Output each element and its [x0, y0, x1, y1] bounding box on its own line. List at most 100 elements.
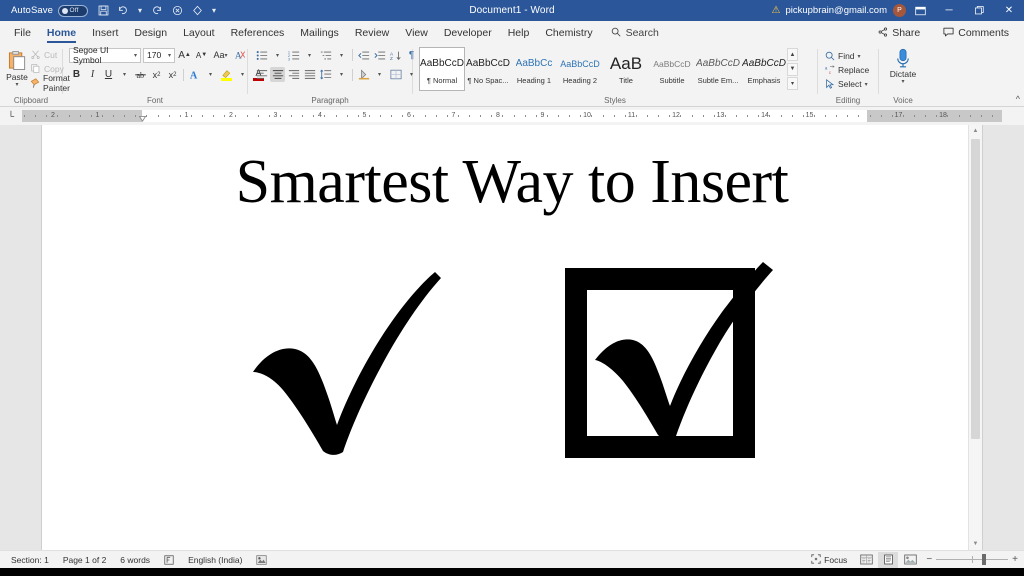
- style-heading-2[interactable]: AaBbCcD Heading 2: [557, 47, 603, 91]
- shading-icon[interactable]: [356, 67, 371, 82]
- horizontal-ruler[interactable]: 2 1 1 2 3 4 5 6 7 8 9 10 11 12 13 14 15 17 18: [22, 109, 1002, 131]
- tab-view[interactable]: View: [397, 21, 436, 45]
- collapse-ribbon-icon[interactable]: ^: [1016, 94, 1020, 104]
- style-subtitle[interactable]: AaBbCcD Subtitle: [649, 47, 695, 91]
- tab-stop-selector[interactable]: └: [0, 107, 22, 125]
- web-layout-view[interactable]: [900, 552, 920, 568]
- styles-scroll-up-icon[interactable]: ▲: [787, 48, 798, 61]
- find-button[interactable]: Find ▾: [824, 49, 861, 63]
- document-page[interactable]: Smartest Way to Insert ▲ ▼: [42, 125, 982, 550]
- style-normal[interactable]: AaBbCcD ¶ Normal: [419, 47, 465, 91]
- autosave-switch[interactable]: Off: [58, 4, 88, 17]
- decrease-indent-icon[interactable]: [356, 48, 371, 63]
- style-no-spacing[interactable]: AaBbCcD ¶ No Spac...: [465, 47, 511, 91]
- grow-font-icon[interactable]: A ▲: [177, 48, 192, 63]
- share-button[interactable]: Share: [872, 25, 926, 42]
- replace-button[interactable]: ac Replace: [824, 63, 870, 77]
- undo-icon[interactable]: [113, 1, 133, 20]
- tab-design[interactable]: Design: [126, 21, 175, 45]
- shrink-font-icon[interactable]: A ▼: [194, 48, 209, 63]
- text-highlight-button[interactable]: [219, 67, 234, 82]
- italic-button[interactable]: I: [85, 67, 100, 82]
- line-spacing-icon[interactable]: [318, 67, 333, 82]
- align-right-icon[interactable]: [286, 67, 301, 82]
- increase-indent-icon[interactable]: [372, 48, 387, 63]
- select-button[interactable]: Select ▾: [824, 77, 868, 91]
- zoom-in-button[interactable]: +: [1012, 554, 1018, 565]
- line-spacing-dropdown-icon[interactable]: ▾: [334, 67, 349, 82]
- style-heading-1[interactable]: AaBbCc Heading 1: [511, 47, 557, 91]
- bullets-icon[interactable]: [254, 48, 269, 63]
- touch-mode-icon[interactable]: [187, 1, 207, 20]
- style-subtle-emphasis[interactable]: AaBbCcD Subtle Em...: [695, 47, 741, 91]
- strikethrough-button[interactable]: ab: [133, 67, 148, 82]
- minimize-button[interactable]: ─: [934, 0, 964, 21]
- tab-mailings[interactable]: Mailings: [292, 21, 347, 45]
- tab-developer[interactable]: Developer: [436, 21, 500, 45]
- find-dropdown-icon[interactable]: ▾: [858, 53, 861, 60]
- sort-icon[interactable]: AZ: [388, 48, 403, 63]
- tab-home[interactable]: Home: [39, 21, 84, 45]
- status-section[interactable]: Section: 1: [4, 555, 56, 565]
- numbering-dropdown-icon[interactable]: ▾: [302, 48, 317, 63]
- tab-insert[interactable]: Insert: [84, 21, 126, 45]
- font-name-combobox[interactable]: Segoe UI Symbol ▾: [69, 45, 141, 65]
- zoom-out-button[interactable]: −: [926, 554, 932, 565]
- ribbon-display-options-icon[interactable]: [906, 0, 934, 21]
- underline-dropdown-icon[interactable]: ▾: [117, 67, 132, 82]
- bold-button[interactable]: B: [69, 67, 84, 82]
- zoom-thumb[interactable]: [982, 554, 987, 565]
- bullets-dropdown-icon[interactable]: ▾: [270, 48, 285, 63]
- focus-button[interactable]: Focus: [804, 553, 854, 566]
- avatar[interactable]: P: [893, 4, 906, 17]
- align-left-icon[interactable]: [254, 67, 269, 82]
- cancel-icon[interactable]: [167, 1, 187, 20]
- restore-button[interactable]: [964, 0, 994, 21]
- shading-dropdown-icon[interactable]: ▾: [372, 67, 387, 82]
- tab-references[interactable]: References: [223, 21, 293, 45]
- proofing-errors-icon[interactable]: [157, 554, 181, 565]
- font-size-combobox[interactable]: 170 ▾: [143, 47, 175, 63]
- select-dropdown-icon[interactable]: ▾: [865, 81, 868, 88]
- justify-icon[interactable]: [302, 67, 317, 82]
- numbering-icon[interactable]: 123: [286, 48, 301, 63]
- tab-help[interactable]: Help: [500, 21, 538, 45]
- text-effects-button[interactable]: A: [187, 67, 202, 82]
- text-highlight-dropdown-icon[interactable]: ▾: [235, 67, 250, 82]
- save-icon[interactable]: [93, 1, 113, 20]
- styles-more-icon[interactable]: ▾: [787, 77, 798, 90]
- zoom-slider[interactable]: − +: [926, 554, 1018, 565]
- scroll-down-icon[interactable]: ▼: [969, 538, 982, 550]
- change-case-icon[interactable]: Aa ▾: [211, 48, 230, 63]
- scroll-up-icon[interactable]: ▲: [969, 125, 982, 137]
- paste-dropdown-icon[interactable]: ▾: [15, 82, 18, 88]
- tab-layout[interactable]: Layout: [175, 21, 223, 45]
- multilevel-list-dropdown-icon[interactable]: ▾: [334, 48, 349, 63]
- search-input[interactable]: Search: [611, 27, 659, 40]
- accessibility-icon[interactable]: [249, 554, 274, 565]
- print-layout-view[interactable]: [878, 551, 899, 568]
- first-line-indent-marker[interactable]: [138, 109, 146, 122]
- subscript-button[interactable]: x2: [149, 67, 164, 82]
- status-word-count[interactable]: 6 words: [113, 555, 157, 565]
- text-effects-dropdown-icon[interactable]: ▾: [203, 67, 218, 82]
- multilevel-list-icon[interactable]: [318, 48, 333, 63]
- style-title[interactable]: AaB Title: [603, 47, 649, 91]
- zoom-track[interactable]: [936, 554, 1009, 565]
- tab-file[interactable]: File: [6, 21, 39, 45]
- borders-icon[interactable]: [388, 67, 403, 82]
- status-language[interactable]: English (India): [181, 555, 249, 565]
- clear-formatting-icon[interactable]: A: [232, 48, 247, 63]
- underline-button[interactable]: U: [101, 67, 116, 82]
- dictate-dropdown-icon[interactable]: ▾: [901, 79, 904, 85]
- dictate-button[interactable]: Dictate ▾: [885, 47, 921, 85]
- vertical-scrollbar[interactable]: ▲ ▼: [968, 125, 982, 550]
- tab-chemistry[interactable]: Chemistry: [537, 21, 600, 45]
- status-page[interactable]: Page 1 of 2: [56, 555, 113, 565]
- styles-scroll-down-icon[interactable]: ▼: [787, 62, 798, 76]
- account-email[interactable]: pickupbrain@gmail.com: [785, 5, 887, 16]
- undo-dropdown-icon[interactable]: ▾: [133, 1, 147, 20]
- close-button[interactable]: ✕: [994, 0, 1024, 21]
- comments-button[interactable]: Comments: [936, 24, 1016, 43]
- superscript-button[interactable]: x2: [165, 67, 180, 82]
